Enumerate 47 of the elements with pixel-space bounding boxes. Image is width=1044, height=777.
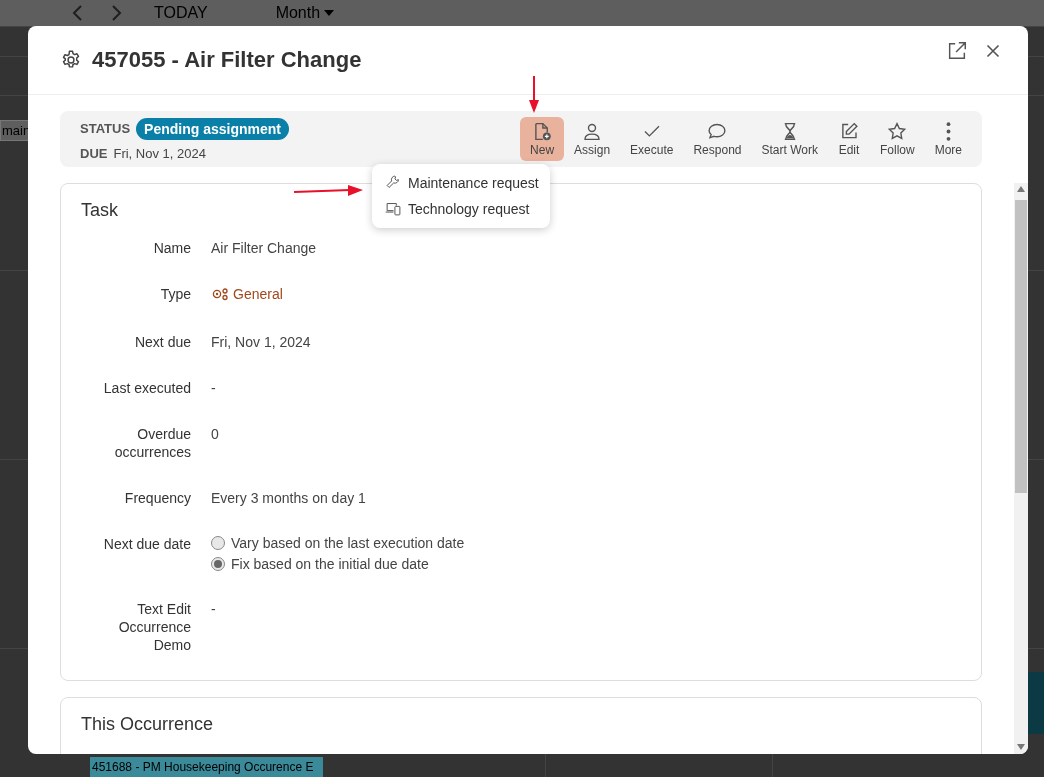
gear-icon	[60, 49, 82, 71]
speech-bubble-icon	[706, 121, 729, 142]
annotation-arrow	[528, 76, 540, 114]
speech-bubble-action[interactable]: Respond	[683, 117, 752, 161]
field-label: Type	[160, 285, 191, 303]
annotation-arrow	[294, 184, 364, 198]
person-action[interactable]: Assign	[564, 117, 621, 161]
status-label: STATUS	[80, 121, 131, 136]
pencil-square-action[interactable]: Edit	[827, 117, 870, 161]
section-title: Task	[81, 200, 118, 221]
type-link[interactable]: General	[211, 285, 283, 303]
dialog-title: 457055 - Air Filter Change	[92, 47, 363, 73]
calendar-event[interactable]: 451688 - PM Housekeeping Occurence E	[90, 757, 323, 777]
section-title: This Occurrence	[81, 714, 214, 735]
due-label: DUE	[80, 145, 108, 161]
checkmark-action[interactable]: Execute	[620, 117, 684, 161]
scroll-down-icon[interactable]	[1017, 744, 1025, 750]
field-label: Frequency	[124, 489, 191, 507]
field-label: Next due	[134, 333, 191, 351]
field-value: Air Filter Change	[211, 240, 317, 256]
field-label: Last executed	[103, 379, 191, 397]
due-date: Fri, Nov 1, 2024	[113, 145, 206, 161]
open-external-icon[interactable]	[946, 40, 968, 62]
devices-icon	[385, 200, 402, 217]
field-value: Fri, Nov 1, 2024	[211, 334, 311, 350]
field-label: Text Edit Occurrence Demo	[117, 600, 191, 654]
scroll-up-icon[interactable]	[1017, 186, 1025, 192]
field-label: Name	[153, 239, 191, 257]
field-label: Overdue occurrences	[113, 425, 191, 461]
star-action[interactable]: Follow	[869, 117, 925, 161]
field-value: -	[211, 601, 216, 617]
field-value: Every 3 months on day 1	[211, 490, 366, 506]
hourglass-action[interactable]: Start Work	[751, 117, 828, 161]
scrollbar[interactable]	[1014, 183, 1028, 754]
status-badge: Pending assignment	[136, 117, 289, 140]
document-plus-action[interactable]: New	[520, 117, 565, 161]
radio-option[interactable]: Vary based on the last execution date	[211, 535, 961, 551]
field-value: 0	[211, 426, 219, 442]
field-value: -	[211, 380, 216, 396]
caret-icon	[324, 10, 335, 16]
vertical-dots-icon	[944, 121, 952, 142]
radio-option[interactable]: Fix based on the initial due date	[211, 556, 961, 572]
field-label: Next due date	[103, 535, 191, 553]
menu-item[interactable]: Technology request	[372, 196, 550, 222]
vertical-dots-action[interactable]: More	[924, 117, 972, 161]
wrench-icon	[385, 174, 402, 191]
menu-item[interactable]: Maintenance request	[372, 170, 550, 196]
